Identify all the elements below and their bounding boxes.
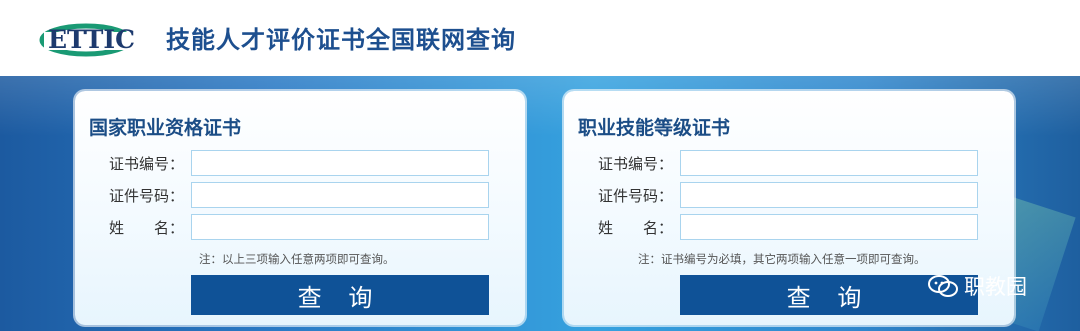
- certificate-number-label: 证书编号：: [598, 155, 674, 173]
- watermark-text: 职教园: [964, 275, 1027, 299]
- name-label: 姓 名：: [109, 219, 185, 237]
- name-label: 姓 名：: [598, 219, 674, 237]
- site-header: ETTIC 技能人才评价证书全国联网查询: [0, 0, 1080, 76]
- name-input[interactable]: [191, 214, 489, 240]
- id-number-label: 证件号码：: [109, 187, 185, 205]
- id-number-input[interactable]: [191, 182, 489, 208]
- certificate-number-label: 证书编号：: [109, 155, 185, 173]
- query-button[interactable]: 查 询: [191, 275, 489, 315]
- national-qualification-panel: 国家职业资格证书 证书编号： 证件号码： 姓 名： 注：以上三项输入任意两项即可…: [75, 91, 525, 325]
- watermark: 职教园: [928, 271, 1027, 301]
- page-title: 技能人才评价证书全国联网查询: [166, 26, 516, 54]
- certificate-number-input[interactable]: [191, 150, 489, 176]
- svg-text:ETTIC: ETTIC: [48, 25, 135, 54]
- panel-title: 国家职业资格证书: [89, 117, 242, 139]
- name-input[interactable]: [680, 214, 978, 240]
- panel-title: 职业技能等级证书: [578, 117, 731, 139]
- id-number-input[interactable]: [680, 182, 978, 208]
- wechat-icon: [928, 275, 958, 297]
- certificate-number-input[interactable]: [680, 150, 978, 176]
- ettic-logo: ETTIC: [39, 23, 148, 57]
- id-number-label: 证件号码：: [598, 187, 674, 205]
- query-note: 注：以上三项输入任意两项即可查询。: [199, 252, 395, 266]
- query-note: 注：证书编号为必填，其它两项输入任意一项即可查询。: [638, 252, 926, 266]
